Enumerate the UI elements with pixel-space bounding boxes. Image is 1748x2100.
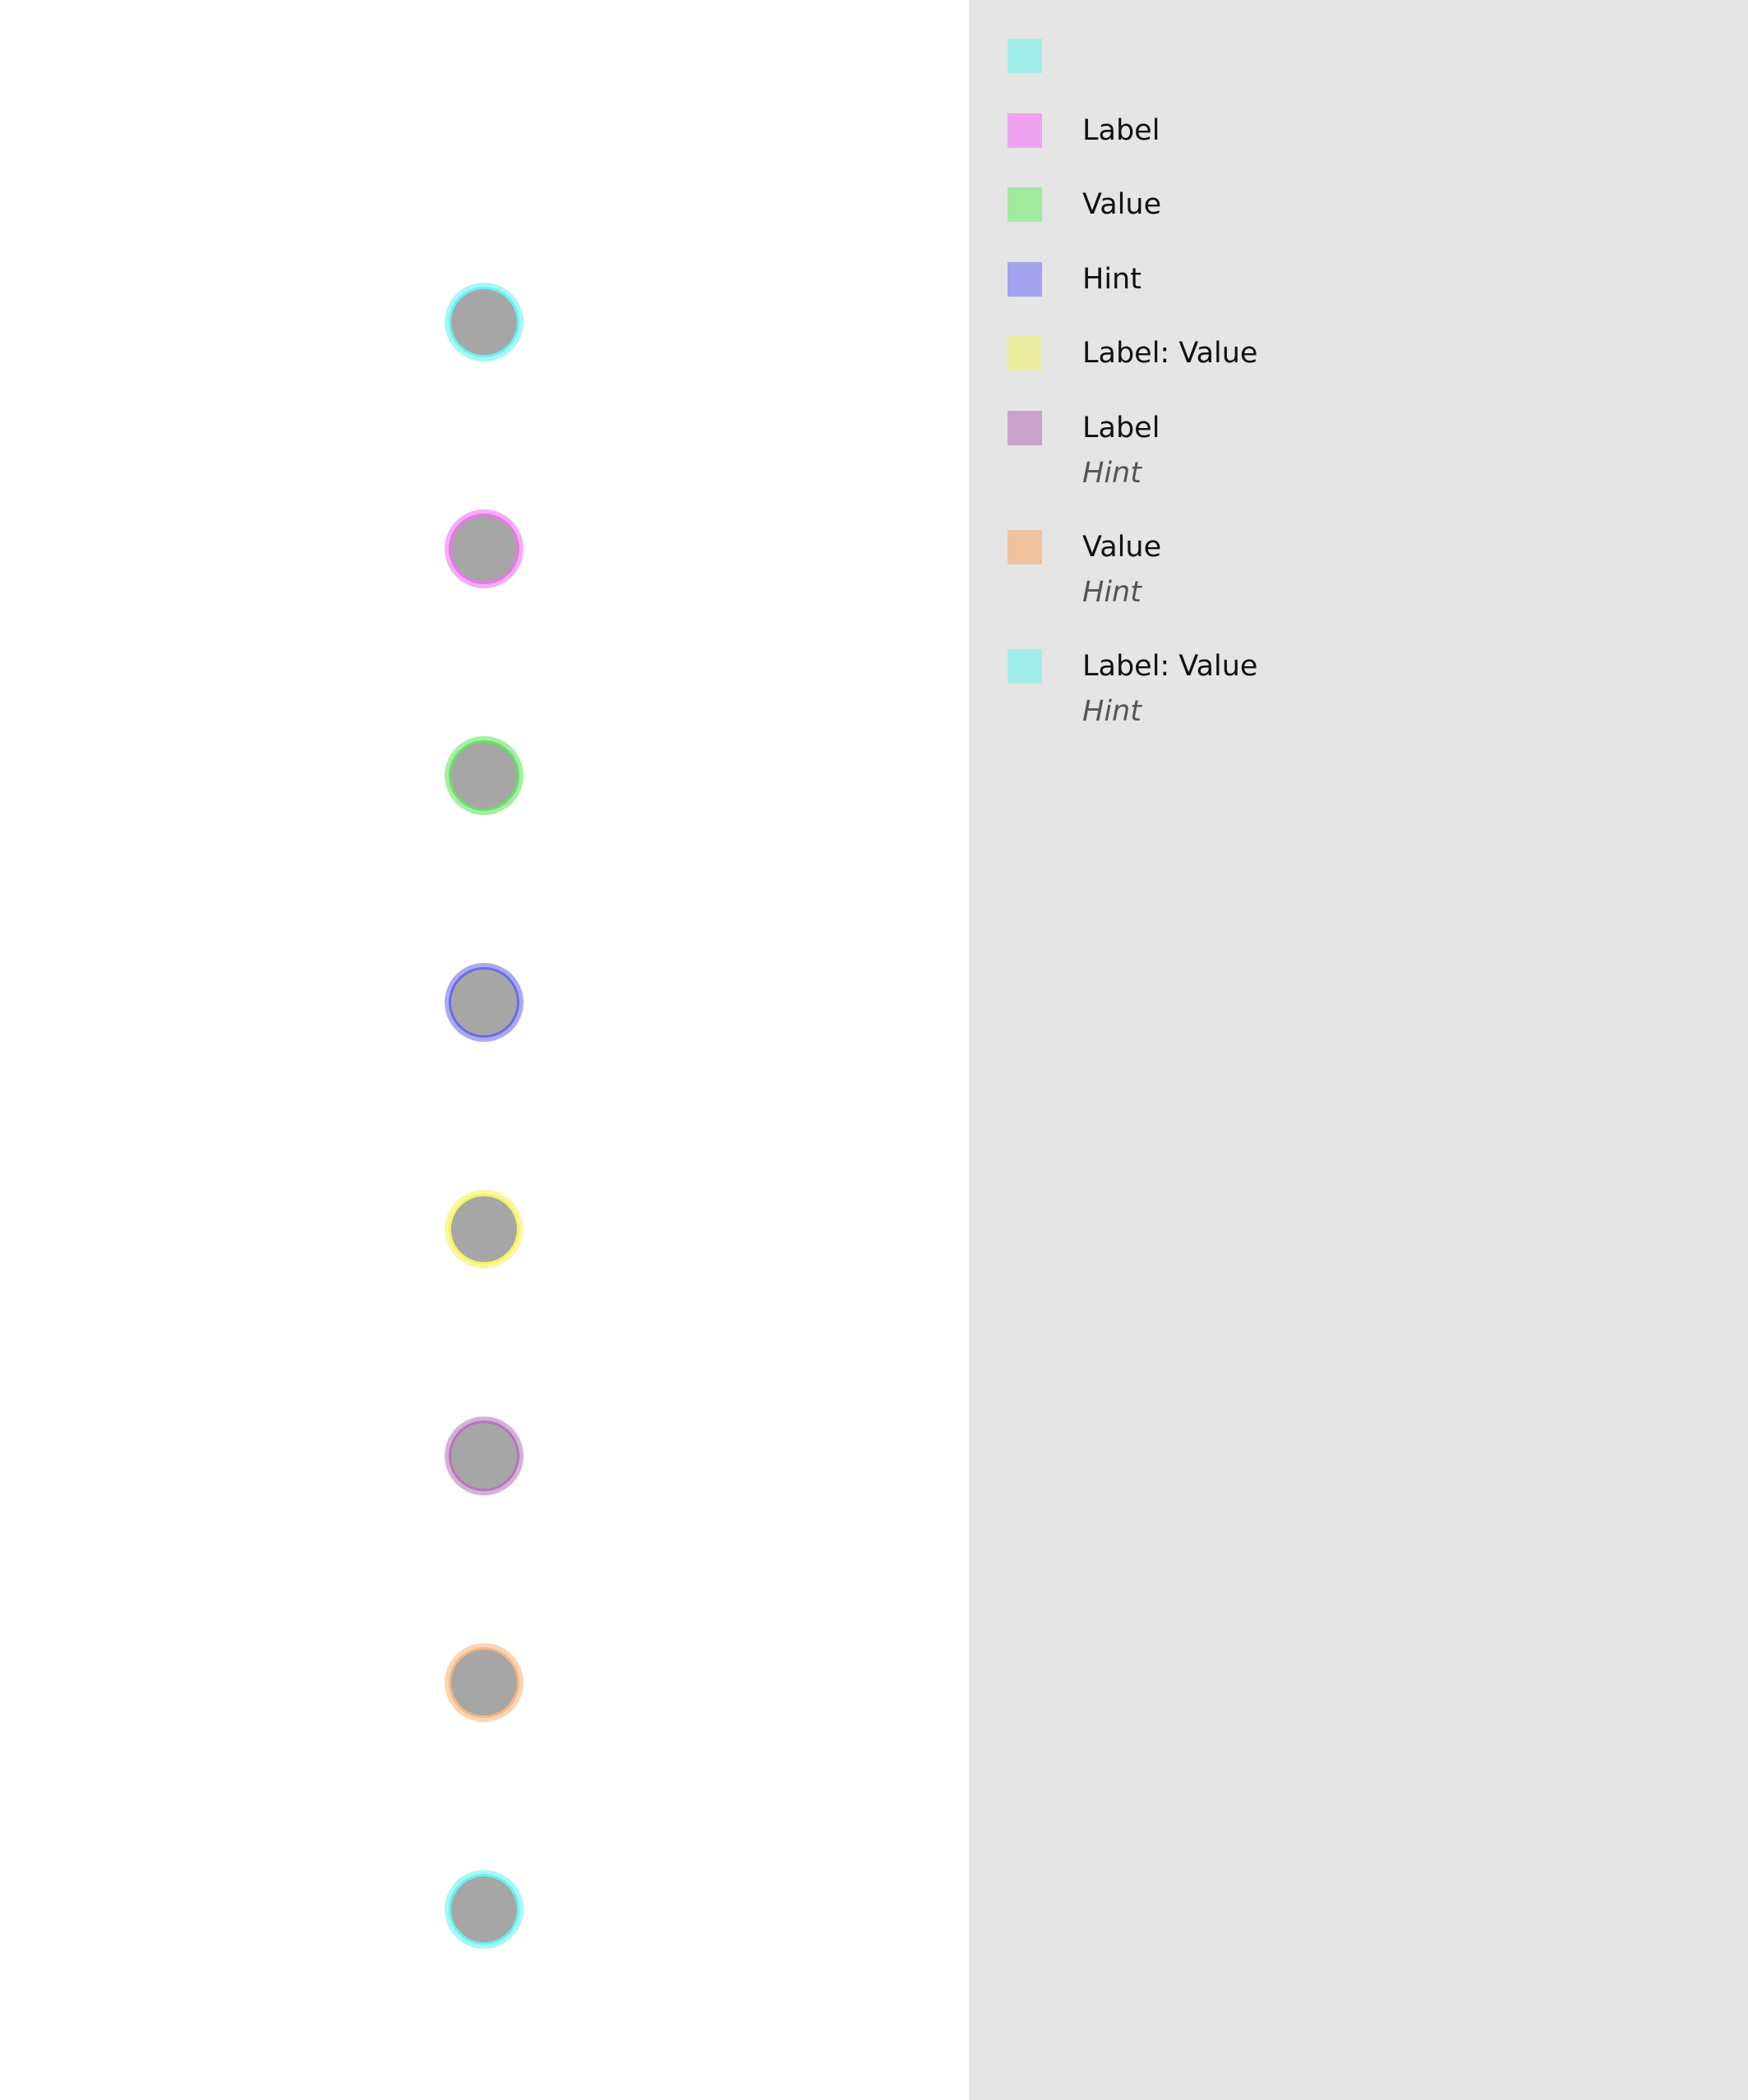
point-marker [451,516,517,582]
chart-root: Label Value Hint Label: Value Label Hint Value… [0,0,1748,2100]
legend-label: Label: Value [1082,650,1258,683]
legend-label: Label [1082,114,1160,147]
legend-label: Value [1082,188,1162,221]
legend-swatch [1008,187,1042,222]
point-marker [451,1650,517,1715]
scatter-point [445,963,523,1042]
legend-swatch [1008,262,1042,297]
legend-swatch [1008,336,1042,371]
scatter-plot [445,283,523,1949]
legend-label: Label [1082,412,1160,444]
scatter-point [445,283,523,362]
legend-hint: Hint [1082,695,1142,728]
legend-swatch [1008,411,1042,445]
legend-hint: Hint [1082,576,1142,609]
point-marker [451,743,517,808]
scatter-point [445,509,523,588]
legend-swatch [1008,113,1042,148]
point-marker [451,969,517,1035]
legend-hint: Hint [1082,457,1142,490]
scatter-point [445,1643,523,1722]
scatter-point [445,1190,523,1269]
legend-panel: Label Value Hint Label: Value Label Hint Value… [969,0,1748,2100]
point-marker [451,1423,517,1489]
point-marker [451,1196,517,1262]
legend-swatch [1008,649,1042,684]
legend-label: Value [1082,531,1162,564]
legend-label: Label: Value [1082,337,1258,370]
plot-area [0,0,969,2100]
legend-swatch [1008,530,1042,564]
scatter-point [445,1870,523,1949]
legend-label: Hint [1082,263,1142,296]
scatter-point [445,736,523,815]
point-marker [451,1877,517,1942]
scatter-point [445,1416,523,1495]
legend-swatch [1008,39,1042,73]
point-marker [451,289,517,355]
